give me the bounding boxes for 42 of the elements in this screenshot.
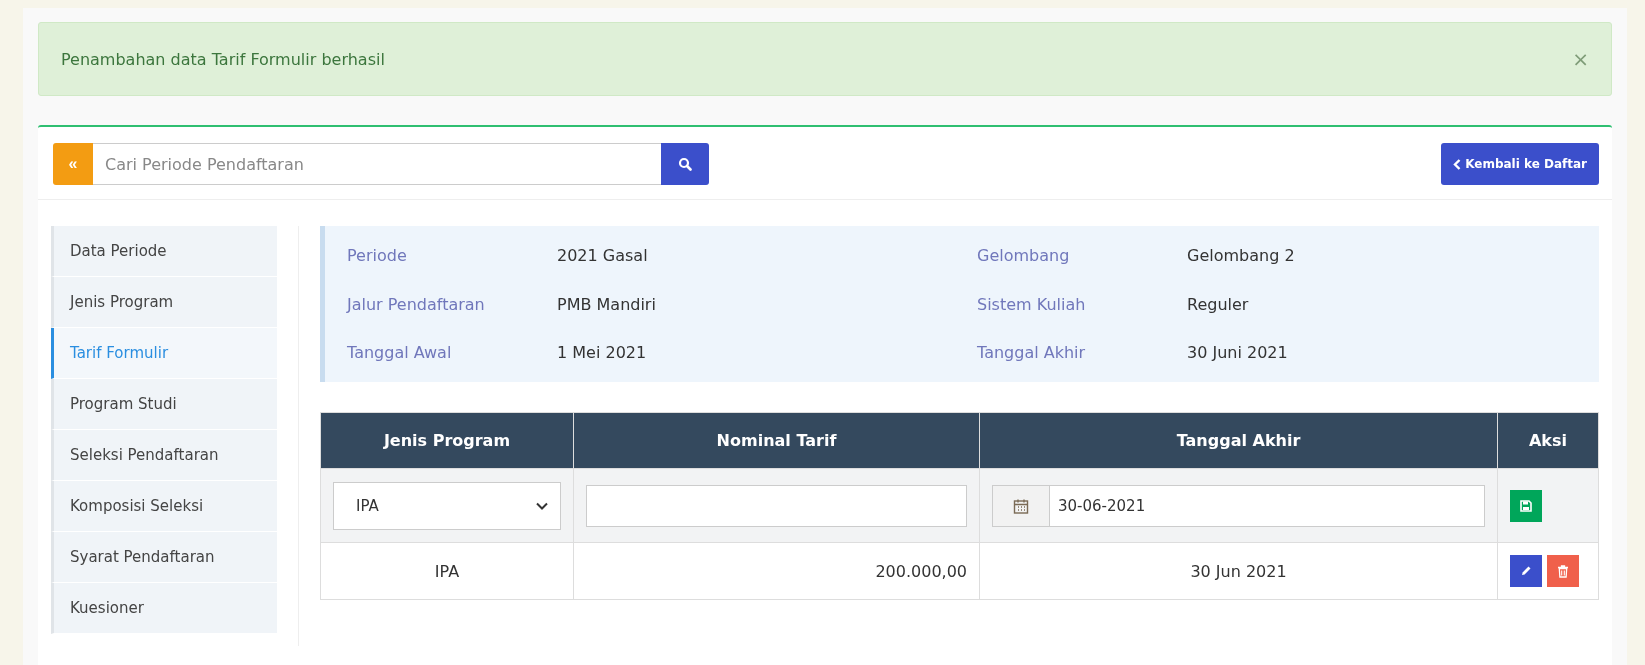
column-header: Tanggal Akhir <box>979 412 1498 469</box>
alert-message: Penambahan data Tarif Formulir berhasil <box>61 49 385 69</box>
pencil-icon <box>1520 565 1532 577</box>
info-value: 1 Mei 2021 <box>557 343 648 362</box>
search-field[interactable]: Cari Periode Pendaftaran <box>93 143 661 185</box>
sidebar-item[interactable]: Syarat Pendaftaran <box>51 532 277 583</box>
trash-icon <box>1557 564 1569 578</box>
chevron-down-icon <box>536 501 548 510</box>
column-header: Aksi <box>1497 412 1599 469</box>
back-button[interactable]: Kembali ke Daftar <box>1441 143 1599 185</box>
sidebar-item[interactable]: Program Studi <box>51 379 277 430</box>
search-button[interactable] <box>661 143 709 185</box>
search-icon <box>678 157 692 171</box>
sidebar-item[interactable]: Komposisi Seleksi <box>51 481 277 532</box>
info-value: PMB Mandiri <box>557 294 657 314</box>
calendar-icon <box>1013 497 1029 514</box>
chevron-left-icon <box>1453 158 1462 170</box>
info-label: Jalur Pendaftaran <box>347 294 486 314</box>
sidebar-item[interactable]: Jenis Program <box>51 277 277 328</box>
program-select[interactable]: IPA <box>333 481 561 530</box>
tarif-field[interactable] <box>586 484 967 527</box>
table-cell: IPA <box>320 542 574 600</box>
table-cell: 30 Jun 2021 <box>979 542 1498 600</box>
info-label: Sistem Kuliah <box>977 294 1087 314</box>
table-cell: 200.000,00 <box>573 542 980 600</box>
sidebar-item[interactable]: Data Periode <box>51 226 277 277</box>
sidebar-item[interactable]: Seleksi Pendaftaran <box>51 430 277 481</box>
info-label: Tanggal Akhir <box>977 343 1087 362</box>
info-value: 30 Juni 2021 <box>1187 343 1289 362</box>
date-field[interactable]: 30-06-2021 <box>1050 484 1485 527</box>
sidebar-item[interactable]: Kuesioner <box>51 583 277 634</box>
edit-button[interactable] <box>1510 555 1542 587</box>
info-value: Gelombang 2 <box>1187 246 1296 265</box>
info-value: 2021 Gasal <box>557 246 649 265</box>
column-header: Jenis Program <box>320 412 574 469</box>
column-header: Nominal Tarif <box>573 412 980 469</box>
info-label: Tanggal Awal <box>347 343 453 362</box>
info-value: Reguler <box>1187 294 1250 314</box>
save-button[interactable] <box>1510 489 1542 522</box>
delete-button[interactable] <box>1547 555 1579 587</box>
info-label: Gelombang <box>977 246 1071 265</box>
info-label: Periode <box>347 246 408 265</box>
